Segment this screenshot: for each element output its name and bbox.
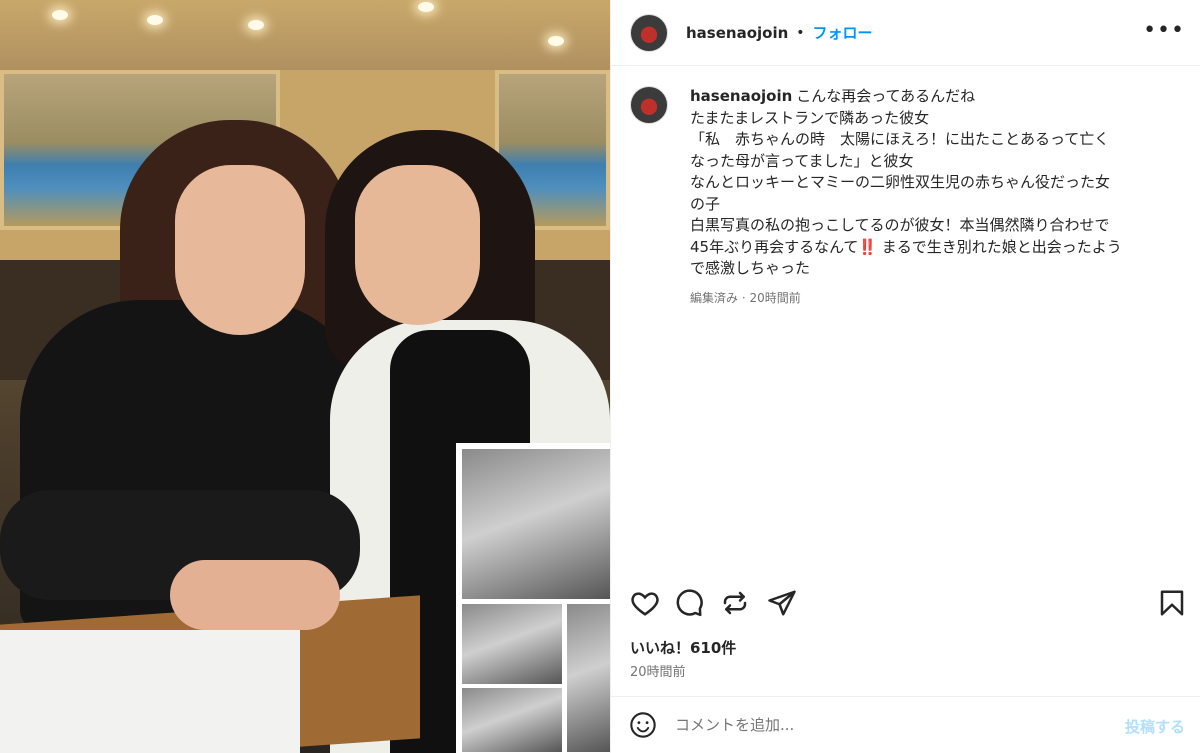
caption-text: こんな再会ってあるんだね [796,87,976,105]
ceiling-light [52,10,68,20]
avatar[interactable] [630,13,668,52]
bw-photo-collage [456,443,610,753]
caption-line: たまたまレストランで隣あった彼女 [690,108,930,127]
share-icon[interactable] [767,588,797,618]
table-paper [0,630,300,753]
woman-left-face [175,165,305,335]
bookmark-icon[interactable] [1157,588,1187,618]
caption-line: 白黒写真の私の抱っこしてるのが彼女！本当偶然隣り合わせで [690,216,1110,234]
post-photo[interactable] [0,0,610,753]
separator-dot: • [796,24,805,41]
caption-line: の子 [690,194,721,213]
woman-right-face [355,165,480,325]
caption-line: 45年ぶり再会するなんて‼️ まるで生き別れた娘と出会ったよう [690,237,1122,256]
bw-photo [462,449,610,599]
caption-body: hasenaojoin こんな再会ってあるんだね たまたまレストランで隣あった彼女… [690,86,1170,309]
caption-meta: 編集済み · 20時間前 [690,290,801,305]
ceiling-light [248,20,264,30]
ceiling [0,0,610,70]
heart-icon[interactable] [630,588,660,618]
comment-bar: 投稿する [611,696,1200,753]
instagram-post-view: hasenaojoin • フォロー ••• hasenaojoin こんな再会っ… [0,0,1200,753]
caption-line: 「私 赤ちゃんの時 太陽にほえろ！に出たことあるって亡く [690,130,1110,148]
ceiling-light [418,2,434,12]
username-link[interactable]: hasenaojoin [686,24,788,42]
follow-button[interactable]: フォロー [813,22,873,43]
post-side-panel: hasenaojoin • フォロー ••• hasenaojoin こんな再会っ… [610,0,1200,753]
emoji-icon[interactable] [629,711,657,739]
woman-left-hand [170,560,340,630]
like-count[interactable]: いいね！610件 [630,637,736,658]
ceiling-light [548,36,564,46]
comment-icon[interactable] [674,588,704,618]
caption-line: hasenaojoin こんな再会ってあるんだね [690,86,1170,108]
caption-username[interactable]: hasenaojoin [690,87,792,105]
repost-icon[interactable] [720,588,750,618]
ceiling-light [147,15,163,25]
caption-line: なんとロッキーとマミーの二卵性双生児の赤ちゃん役だった女 [690,173,1111,191]
caption-line: で感激しちゃった [690,259,811,277]
post-timestamp[interactable]: 20時間前 [630,661,686,680]
caption-line: なった母が言ってました」と彼女 [690,151,914,170]
post-actions [611,580,1200,630]
bw-photo [462,604,562,684]
post-header: hasenaojoin • フォロー ••• [611,0,1200,66]
comment-input[interactable] [675,716,1095,734]
post-comment-button[interactable]: 投稿する [1125,716,1185,737]
bw-photo [567,604,610,752]
post-caption: hasenaojoin こんな再会ってあるんだね たまたまレストランで隣あった彼女… [630,86,1190,309]
more-icon[interactable]: ••• [1143,18,1185,43]
avatar[interactable] [630,86,668,124]
bw-photo [462,688,562,752]
